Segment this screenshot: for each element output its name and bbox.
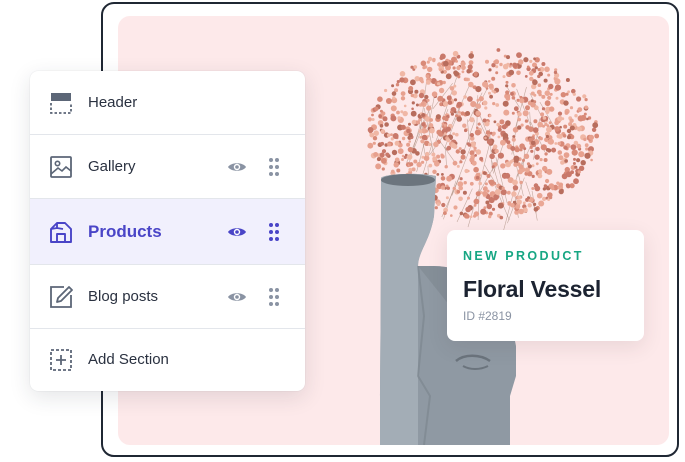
eye-icon[interactable] bbox=[227, 160, 247, 174]
product-name: Floral Vessel bbox=[463, 276, 602, 302]
drag-handle-icon[interactable] bbox=[268, 287, 280, 307]
drag-handle-icon[interactable] bbox=[268, 157, 280, 177]
add-section-icon bbox=[50, 349, 72, 371]
header-layout-icon bbox=[50, 93, 72, 114]
new-product-badge: NEW PRODUCT bbox=[463, 249, 584, 263]
section-row-header[interactable]: Header bbox=[30, 71, 305, 135]
edit-icon bbox=[50, 286, 73, 308]
product-id: ID #2819 bbox=[463, 309, 512, 323]
section-label: Add Section bbox=[88, 351, 169, 368]
section-label: Products bbox=[88, 222, 162, 241]
eye-icon[interactable] bbox=[227, 225, 247, 239]
section-label: Blog posts bbox=[88, 288, 159, 305]
eye-icon[interactable] bbox=[227, 290, 247, 304]
section-label: Gallery bbox=[88, 158, 136, 175]
drag-handle-icon[interactable] bbox=[268, 222, 280, 242]
add-section-row[interactable]: Add Section bbox=[30, 329, 305, 391]
section-label: Header bbox=[88, 94, 138, 111]
sections-panel: Header Gallery Products Blog posts Add S… bbox=[30, 71, 305, 391]
shop-icon bbox=[50, 222, 72, 243]
product-card[interactable]: NEW PRODUCT Floral Vessel ID #2819 bbox=[447, 230, 644, 341]
section-row-blog-posts[interactable]: Blog posts bbox=[30, 265, 305, 329]
section-row-products[interactable]: Products bbox=[30, 199, 305, 265]
image-icon bbox=[50, 156, 72, 178]
section-row-gallery[interactable]: Gallery bbox=[30, 135, 305, 199]
